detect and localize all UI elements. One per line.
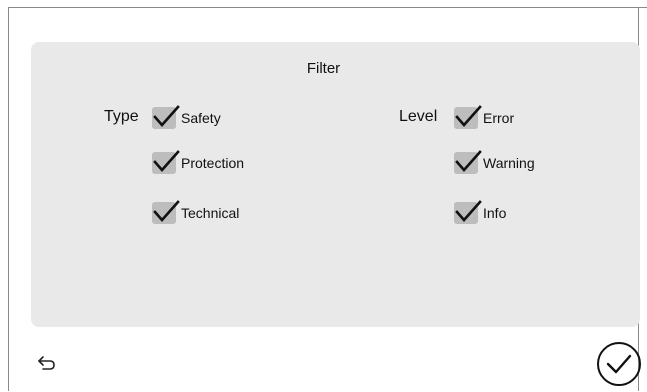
- checkbox-label: Warning: [483, 155, 535, 171]
- back-button[interactable]: [37, 355, 57, 371]
- check-icon: [153, 150, 180, 172]
- check-icon: [153, 200, 180, 222]
- checkbox-protection[interactable]: Protection: [152, 150, 245, 174]
- checkbox-label: Info: [483, 205, 507, 221]
- checkbox-box: [454, 105, 482, 129]
- check-icon: [455, 150, 482, 172]
- circle-check-icon: [597, 342, 641, 386]
- dialog-title: Filter: [306, 60, 341, 77]
- check-icon: [153, 105, 180, 127]
- checkbox-safety[interactable]: Safety: [152, 105, 221, 129]
- checkbox-box: [152, 150, 180, 174]
- checkbox-label: Protection: [181, 155, 245, 171]
- confirm-button[interactable]: [596, 341, 642, 387]
- type-group-label: Type: [104, 108, 139, 125]
- level-group-label: Level: [399, 108, 438, 125]
- undo-arrow-icon: [38, 356, 55, 370]
- checkbox-error[interactable]: Error: [454, 105, 515, 129]
- checkbox-label: Error: [483, 110, 515, 126]
- checkbox-info[interactable]: Info: [454, 200, 507, 224]
- check-icon: [455, 200, 482, 222]
- checkbox-box: [152, 200, 180, 224]
- filter-panel: [31, 42, 640, 327]
- checkbox-warning[interactable]: Warning: [454, 150, 535, 174]
- checkbox-box: [454, 150, 482, 174]
- checkbox-box: [152, 105, 180, 129]
- checkbox-box: [454, 200, 482, 224]
- checkbox-technical[interactable]: Technical: [152, 200, 240, 224]
- checkbox-label: Technical: [181, 205, 240, 221]
- check-icon: [455, 105, 482, 127]
- checkbox-label: Safety: [181, 110, 221, 126]
